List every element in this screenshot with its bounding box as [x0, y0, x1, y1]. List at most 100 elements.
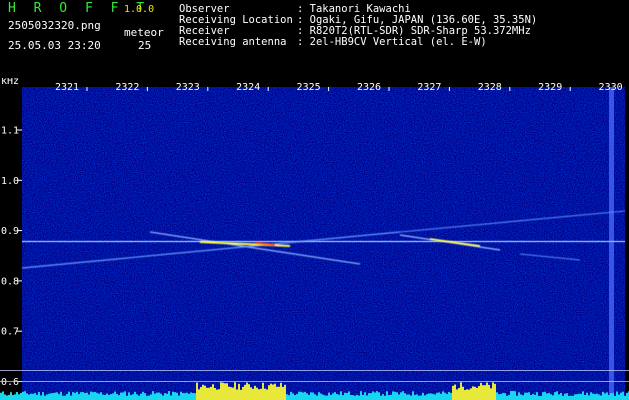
baseline-bar: [354, 395, 356, 400]
file-name: 2505032320.png: [8, 19, 101, 32]
baseline-bar: [212, 384, 214, 400]
baseline-bar: [260, 388, 262, 400]
baseline-bar: [430, 393, 432, 400]
baseline-bar: [338, 394, 340, 400]
baseline-bar: [20, 392, 22, 400]
baseline-bar: [46, 394, 48, 400]
baseline-bar: [290, 391, 292, 400]
baseline-bar: [110, 394, 112, 400]
baseline-bar: [364, 392, 366, 400]
baseline-bar: [18, 394, 20, 400]
baseline-bar: [176, 392, 178, 400]
baseline-bar: [516, 395, 518, 400]
baseline-bar: [112, 393, 114, 400]
baseline-bar: [80, 392, 82, 400]
baseline-bar: [510, 391, 512, 400]
baseline-bar: [280, 382, 282, 400]
baseline-bar: [462, 386, 464, 400]
baseline-bar: [414, 394, 416, 400]
baseline-bar: [154, 393, 156, 400]
baseline-bar: [300, 391, 302, 400]
vertical-noise-band: [609, 87, 614, 400]
time-tick-label: 2321: [55, 82, 79, 93]
baseline-bar: [550, 394, 552, 400]
baseline-bar: [100, 392, 102, 400]
baseline-bar: [494, 383, 496, 400]
baseline-bar: [246, 382, 248, 400]
baseline-bar: [478, 386, 480, 400]
baseline-bar: [606, 392, 608, 400]
baseline-bar: [352, 395, 354, 400]
info-antenna: Receiving antenna: 2el-HB9CV Vertical (e…: [179, 37, 537, 48]
baseline-bar: [476, 387, 478, 400]
baseline-bar: [106, 393, 108, 400]
baseline-bar: [348, 391, 350, 400]
baseline-bar: [250, 387, 252, 400]
baseline-bar: [564, 393, 566, 400]
baseline-bar: [604, 393, 606, 400]
baseline-bar: [554, 392, 556, 400]
baseline-bar: [376, 391, 378, 400]
baseline-bar: [576, 394, 578, 400]
baseline-bar: [588, 395, 590, 400]
baseline-bar: [460, 382, 462, 400]
baseline-bar: [146, 395, 148, 400]
time-tick-label: 2327: [417, 82, 441, 93]
baseline-bar: [178, 395, 180, 400]
baseline-bar: [184, 393, 186, 400]
baseline-bar: [360, 391, 362, 400]
baseline-bar: [582, 391, 584, 400]
baseline-bar: [396, 392, 398, 400]
baseline-bar: [308, 394, 310, 400]
baseline-bar: [168, 391, 170, 400]
baseline-bar: [426, 394, 428, 400]
baseline-bar: [450, 392, 452, 400]
freq-ticks: 1.1 1.0 0.9 0.8 0.7 0.6: [1, 126, 22, 388]
baseline-bar: [140, 393, 142, 400]
time-tick-label: 2324: [236, 82, 260, 93]
baseline-bar: [52, 393, 54, 400]
baseline-bar: [172, 391, 174, 400]
time-tick-label: 2330: [599, 82, 623, 93]
baseline-bar: [50, 393, 52, 400]
baseline-bar: [150, 394, 152, 400]
baseline-bar: [206, 387, 208, 400]
baseline-bar: [552, 395, 554, 400]
baseline-bar: [600, 395, 602, 400]
baseline-bar: [390, 394, 392, 400]
baseline-bar: [104, 394, 106, 400]
baseline-bar: [76, 391, 78, 400]
baseline-bar: [332, 393, 334, 400]
baseline-bar: [372, 391, 374, 400]
baseline-bar: [518, 392, 520, 400]
spectrogram: kHz 2321 2322 2323 2324 2325 2326 2327 2328 2329…: [0, 78, 629, 400]
baseline-bar: [320, 393, 322, 400]
baseline-bar: [618, 394, 620, 400]
baseline-bar: [16, 391, 18, 400]
baseline-bar: [42, 392, 44, 400]
baseline-bar: [236, 389, 238, 400]
baseline-bar: [362, 394, 364, 400]
baseline-bar: [126, 395, 128, 400]
baseline-bar: [530, 394, 532, 400]
baseline-bar: [262, 382, 264, 400]
baseline-bar: [258, 389, 260, 400]
baseline-bar: [400, 392, 402, 400]
baseline-bar: [230, 387, 232, 400]
baseline-bar: [486, 382, 488, 400]
baseline-bar: [302, 392, 304, 400]
baseline-bar: [386, 391, 388, 400]
baseline-bar: [420, 395, 422, 400]
baseline-bar: [484, 385, 486, 400]
baseline-bar: [514, 391, 516, 400]
baseline-bar: [468, 389, 470, 400]
baseline-bar: [436, 392, 438, 400]
baseline-bar: [82, 392, 84, 400]
baseline-bar: [124, 391, 126, 400]
baseline-bar: [120, 392, 122, 400]
baseline-bar: [520, 394, 522, 400]
baseline-bar: [194, 393, 196, 400]
baseline-bar: [86, 392, 88, 400]
baseline-bar: [186, 392, 188, 400]
baseline-bar: [454, 384, 456, 400]
